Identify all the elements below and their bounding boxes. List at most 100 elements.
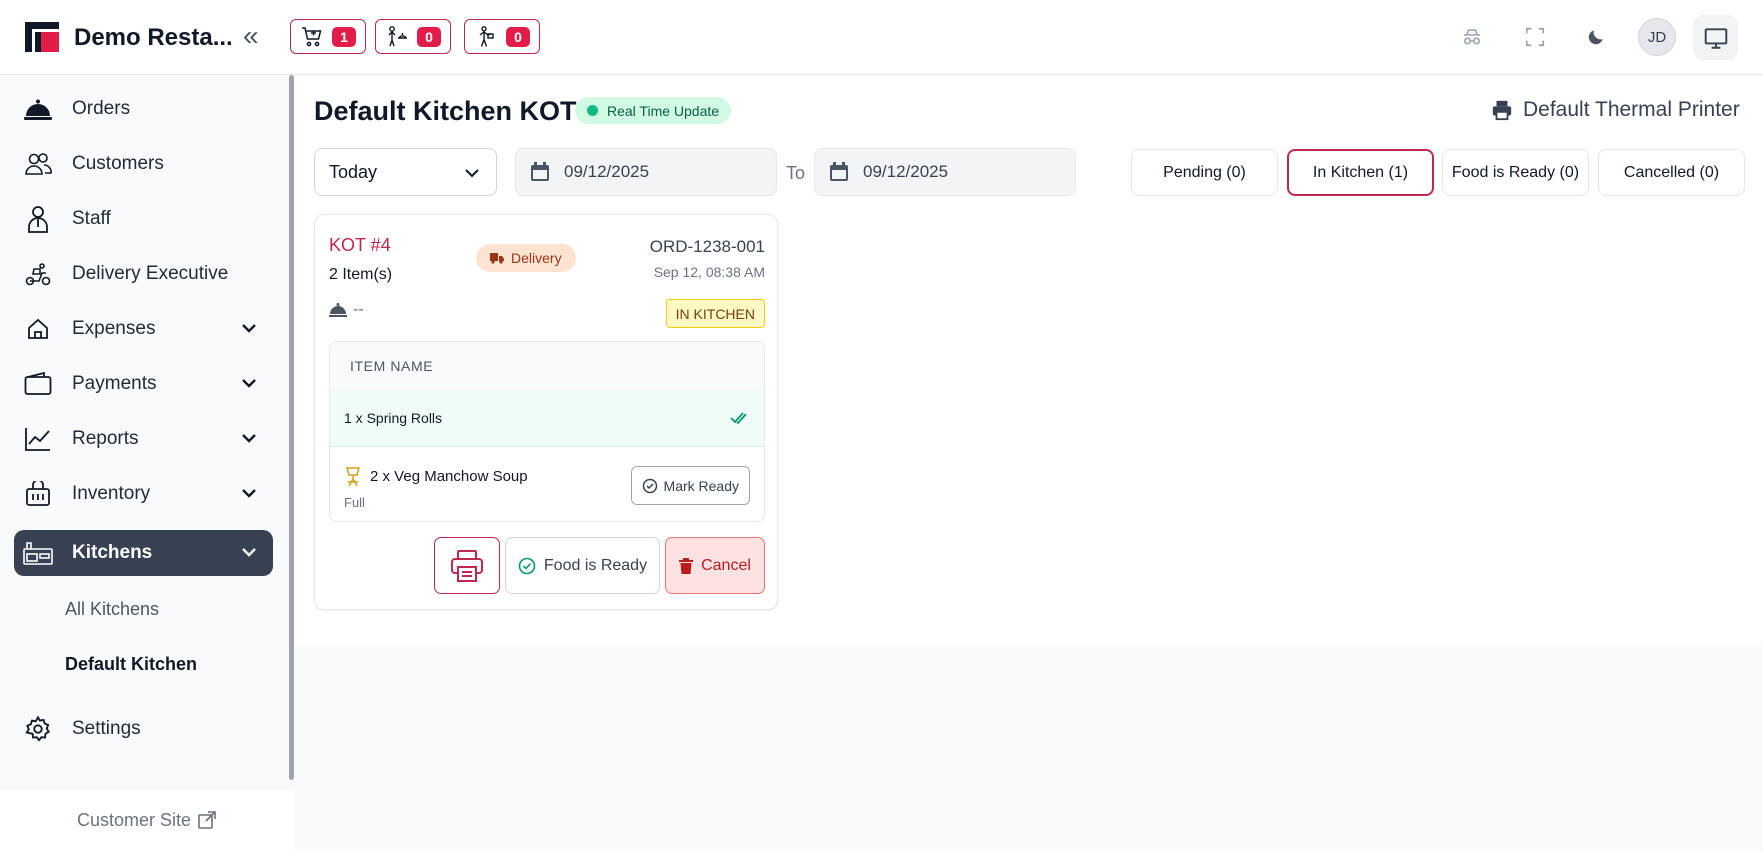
mark-ready-button[interactable]: Mark Ready	[630, 466, 750, 505]
customer-site-label: Customer Site	[76, 809, 192, 830]
item-name: 1 x Spring Rolls	[344, 410, 443, 426]
fullscreen-icon[interactable]	[1520, 22, 1550, 52]
calendar-icon	[531, 162, 549, 181]
delivery-requests-button[interactable]: 0	[464, 19, 540, 54]
sidebar-item-orders[interactable]: Orders	[14, 86, 273, 132]
check-circle-icon	[642, 478, 657, 493]
item-name: 2 x Veg Manchow Soup	[370, 467, 528, 485]
print-kot-button[interactable]	[434, 537, 500, 594]
delivery-person-icon	[479, 25, 494, 47]
sidebar-item-payments[interactable]: Payments	[14, 361, 273, 407]
sidebar-item-label: Staff	[72, 208, 111, 229]
chevron-down-icon	[465, 169, 479, 178]
realtime-update-badge: Real Time Update	[575, 97, 732, 124]
trash-icon	[679, 557, 694, 574]
sidebar-item-label: Orders	[72, 98, 131, 119]
new-orders-count: 1	[332, 26, 356, 47]
order-type-badge: Delivery	[476, 244, 576, 272]
waiter-info: --	[329, 301, 364, 319]
tab-food-is-ready[interactable]: Food is Ready (0)	[1442, 149, 1589, 196]
printer-selector[interactable]: Default Thermal Printer	[1491, 98, 1740, 122]
customer-site-link[interactable]: Customer Site	[0, 788, 294, 851]
item-variant: Full	[344, 495, 365, 510]
calendar-icon	[830, 162, 848, 181]
tab-pending[interactable]: Pending (0)	[1131, 149, 1278, 196]
order-id: ORD-1238-001	[649, 237, 765, 256]
avatar[interactable]: JD	[1638, 18, 1676, 56]
chevron-down-icon	[242, 434, 256, 443]
table-row: 2 x Veg Manchow Soup Full Mark Ready	[330, 447, 764, 521]
waiter-icon	[388, 25, 407, 46]
order-time: Sep 12, 08:38 AM	[653, 264, 765, 280]
kot-card: KOT #4 2 Item(s) Delivery ORD-1238-001 S…	[314, 214, 778, 610]
kot-items-table: ITEM NAME 1 x Spring Rolls 2 x Veg Manch…	[329, 341, 765, 522]
sidebar-item-label: Inventory	[72, 483, 151, 504]
dark-mode-icon[interactable]	[1581, 22, 1611, 52]
sidebar-item-staff[interactable]: Staff	[14, 196, 273, 242]
cloche-icon	[22, 94, 54, 124]
to-label: To	[786, 163, 806, 183]
realtime-update-label: Real Time Update	[607, 102, 720, 119]
scooter-icon	[22, 259, 54, 289]
waiter-requests-count: 0	[417, 26, 441, 47]
sidebar-item-reports[interactable]: Reports	[14, 416, 273, 462]
cooking-icon	[346, 467, 360, 487]
food-is-ready-button[interactable]: Food is Ready	[505, 537, 660, 594]
truck-icon	[490, 253, 504, 264]
new-orders-button[interactable]: 1	[290, 19, 366, 54]
top-bar: Demo Resta... « 1 0 0 JD	[0, 0, 1763, 75]
item-count: 2 Item(s)	[329, 266, 393, 283]
check-circle-icon	[518, 557, 536, 574]
sidebar-item-kitchens[interactable]: Kitchens	[14, 530, 273, 576]
page-title: Default Kitchen KOT	[314, 96, 577, 126]
mark-ready-label: Mark Ready	[663, 477, 739, 494]
restaurant-name: Demo Resta...	[74, 24, 233, 51]
content-background	[294, 645, 1763, 851]
pos-display-button[interactable]	[1693, 15, 1738, 60]
from-date-value: 09/12/2025	[564, 162, 650, 181]
sidebar-item-label: Kitchens	[72, 542, 153, 563]
sidebar-item-settings[interactable]: Settings	[14, 706, 273, 752]
kitchen-icon	[22, 538, 54, 568]
external-link-icon	[198, 811, 216, 829]
monitor-icon	[1704, 27, 1727, 49]
live-dot-icon	[587, 105, 598, 116]
sidebar-subitem-default-kitchen[interactable]: Default Kitchen	[65, 654, 197, 675]
order-type-label: Delivery	[511, 250, 562, 266]
table-header-item-name: ITEM NAME	[330, 342, 764, 390]
wallet-icon	[22, 369, 54, 399]
table-row: 1 x Spring Rolls	[330, 390, 764, 447]
waiter-requests-button[interactable]: 0	[375, 19, 451, 54]
cart-icon	[302, 26, 322, 46]
gear-icon	[22, 714, 54, 744]
sidebar-item-customers[interactable]: Customers	[14, 141, 273, 187]
cancel-kot-button[interactable]: Cancel	[665, 537, 765, 594]
basket-icon	[22, 479, 54, 509]
delivery-requests-count: 0	[506, 26, 530, 47]
sidebar-item-label: Expenses	[72, 318, 156, 339]
double-check-icon	[730, 412, 747, 425]
sidebar-item-label: Settings	[72, 718, 141, 739]
sidebar-item-expenses[interactable]: Expenses	[14, 306, 273, 352]
sidebar-item-label: Reports	[72, 428, 139, 449]
collapse-sidebar-icon[interactable]: «	[243, 22, 259, 50]
chart-line-icon	[22, 424, 54, 454]
sidebar-item-inventory[interactable]: Inventory	[14, 471, 273, 517]
kot-number: KOT #4	[329, 235, 391, 255]
app-logo	[25, 22, 59, 52]
to-date-input[interactable]: 09/12/2025	[814, 148, 1076, 196]
staff-icon	[22, 204, 54, 234]
tab-in-kitchen[interactable]: In Kitchen (1)	[1287, 149, 1434, 196]
food-is-ready-label: Food is Ready	[543, 556, 648, 574]
period-select[interactable]: Today	[314, 148, 497, 196]
waiter-icon	[329, 303, 347, 317]
incognito-icon[interactable]	[1457, 22, 1487, 52]
printer-name: Default Thermal Printer	[1523, 98, 1740, 121]
waiter-name: --	[353, 301, 364, 318]
tab-cancelled[interactable]: Cancelled (0)	[1598, 149, 1745, 196]
home-icon	[22, 314, 54, 344]
sidebar-subitem-all-kitchens[interactable]: All Kitchens	[65, 599, 159, 620]
sidebar-item-delivery-executive[interactable]: Delivery Executive	[14, 251, 273, 297]
from-date-input[interactable]: 09/12/2025	[515, 148, 777, 196]
sidebar-item-label: Customers	[72, 153, 164, 174]
